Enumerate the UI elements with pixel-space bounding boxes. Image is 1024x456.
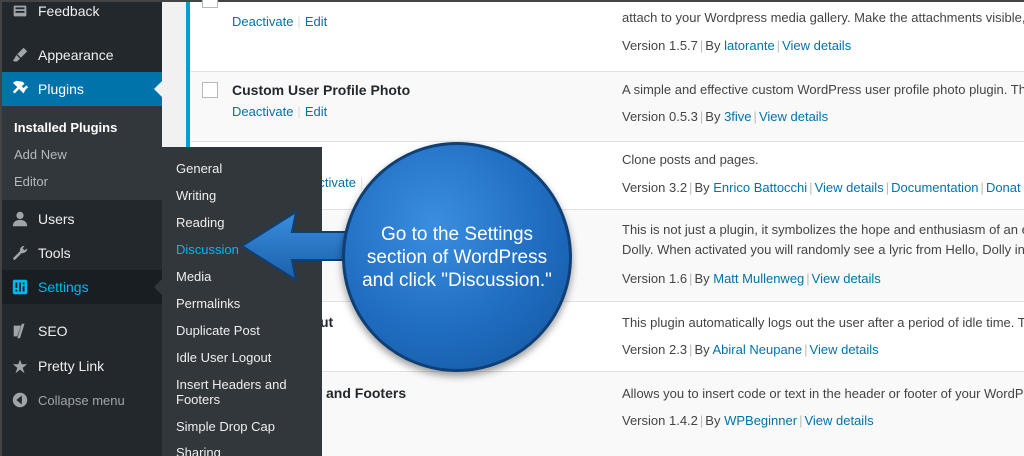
paintbrush-icon: [2, 46, 38, 64]
view-details-link[interactable]: View details: [815, 180, 884, 195]
menu-feedback[interactable]: Feedback: [2, 0, 162, 28]
collapse-icon: [2, 391, 38, 409]
instruction-callout: Go to the Settings section of WordPress …: [342, 142, 572, 372]
menu-seo[interactable]: SEO: [2, 314, 162, 348]
plugin-row: Custom User Profile Photo Deactivate | Edi…: [190, 72, 1024, 142]
view-details-link[interactable]: View details: [782, 38, 851, 53]
menu-settings[interactable]: Settings: [2, 270, 162, 304]
menu-label: Plugins: [38, 81, 84, 97]
plugin-description: attach to your Wordpress media gallery. …: [622, 10, 1024, 25]
submenu-installed-plugins[interactable]: Installed Plugins: [14, 120, 117, 135]
menu-label: Pretty Link: [38, 358, 105, 374]
plugin-checkbox[interactable]: [202, 0, 218, 8]
documentation-link[interactable]: Documentation: [891, 180, 978, 195]
deactivate-link[interactable]: Deactivate: [232, 14, 293, 29]
settings-flyout-menu: General Writing Reading Discussion Media…: [162, 147, 322, 456]
plugin-icon: [2, 80, 38, 98]
menu-label: Tools: [38, 245, 71, 261]
edit-link[interactable]: Edit: [305, 104, 327, 119]
flyout-idle-user-logout[interactable]: Idle User Logout: [176, 350, 316, 365]
menu-label: SEO: [38, 323, 68, 339]
menu-tools[interactable]: Tools: [2, 236, 162, 270]
author-link[interactable]: Enrico Battocchi: [713, 180, 807, 195]
yoast-seo-icon: [2, 322, 38, 340]
menu-plugins[interactable]: Plugins: [2, 72, 162, 106]
deactivate-link[interactable]: Deactivate: [316, 175, 356, 190]
view-details-link[interactable]: View details: [812, 271, 881, 286]
plugin-description: Clone posts and pages.: [622, 152, 759, 167]
author-link[interactable]: latorante: [724, 38, 775, 53]
settings-icon: [2, 278, 38, 296]
star-icon: [2, 357, 38, 375]
flyout-insert-headers-footers[interactable]: Insert Headers and Footers: [176, 377, 296, 407]
menu-label: Collapse menu: [38, 392, 125, 408]
donate-link[interactable]: Donat: [986, 180, 1021, 195]
plugin-row: Deactivate | Edit attach to your Wordpress…: [190, 0, 1024, 72]
plugin-meta: Version 2.3 | By Abiral Neupane | View detai…: [622, 342, 879, 357]
menu-label: Feedback: [38, 3, 100, 19]
menu-label: Settings: [38, 279, 89, 295]
menu-pretty-link[interactable]: Pretty Link: [2, 349, 162, 383]
plugin-description: Allows you to insert code or text in the…: [622, 386, 1024, 401]
plugin-actions: Deactivate | Edit: [232, 104, 328, 119]
plugin-name: and Footers: [326, 385, 407, 401]
plugin-meta: Version 0.5.3 | By 3five | View details: [622, 109, 829, 124]
feedback-icon: [2, 2, 38, 20]
flyout-permalinks[interactable]: Permalinks: [176, 296, 316, 311]
collapse-menu-button[interactable]: Collapse menu: [2, 383, 162, 417]
plugin-meta: Version 1.6 | By Matt Mullenweg | View detai…: [622, 271, 881, 286]
plugin-meta: Version 1.4.2 | By WPBeginner | View details: [622, 413, 874, 428]
view-details-link[interactable]: View details: [810, 342, 879, 357]
author-link[interactable]: Matt Mullenweg: [713, 271, 804, 286]
author-link[interactable]: WPBeginner: [724, 413, 797, 428]
callout-text: Go to the Settings section of WordPress …: [362, 223, 552, 291]
plugin-description-line2: Dolly. When activated you will randomly …: [622, 242, 1024, 257]
menu-label: Users: [38, 211, 75, 227]
plugin-description: This plugin automatically logs out the u…: [622, 315, 1024, 330]
wrench-icon: [2, 244, 38, 262]
flyout-duplicate-post[interactable]: Duplicate Post: [176, 323, 316, 338]
submenu-add-new[interactable]: Add New: [14, 147, 67, 162]
plugin-actions: Deactivate|: [316, 175, 367, 190]
users-icon: [2, 210, 38, 228]
flyout-general[interactable]: General: [176, 161, 316, 176]
flyout-simple-drop-cap[interactable]: Simple Drop Cap: [176, 419, 316, 434]
author-link[interactable]: 3five: [724, 109, 751, 124]
menu-appearance[interactable]: Appearance: [2, 38, 162, 72]
flyout-sharing[interactable]: Sharing: [176, 445, 316, 456]
menu-users[interactable]: Users: [2, 202, 162, 236]
deactivate-link[interactable]: Deactivate: [232, 104, 293, 119]
plugins-submenu: Installed Plugins Add New Editor: [2, 106, 162, 200]
edit-link[interactable]: Edit: [305, 14, 327, 29]
flyout-writing[interactable]: Writing: [176, 188, 316, 203]
admin-sidebar: Feedback Appearance Plugins Installed Pl…: [2, 2, 162, 456]
menu-label: Appearance: [38, 47, 114, 63]
author-link[interactable]: Abiral Neupane: [713, 342, 803, 357]
plugin-description: This is not just a plugin, it symbolizes…: [622, 222, 1024, 237]
plugin-checkbox[interactable]: [202, 82, 218, 98]
view-details-link[interactable]: View details: [759, 109, 828, 124]
plugin-name: Custom User Profile Photo: [232, 82, 411, 98]
view-details-link[interactable]: View details: [804, 413, 873, 428]
submenu-editor[interactable]: Editor: [14, 174, 48, 189]
plugin-description: A simple and effective custom WordPress …: [622, 82, 1024, 97]
plugin-actions: Deactivate | Edit: [232, 14, 328, 29]
plugin-meta: Version 1.5.7 | By latorante | View details: [622, 38, 852, 53]
plugin-meta: Version 3.2 | By Enrico Battocchi | View det…: [622, 180, 1021, 195]
